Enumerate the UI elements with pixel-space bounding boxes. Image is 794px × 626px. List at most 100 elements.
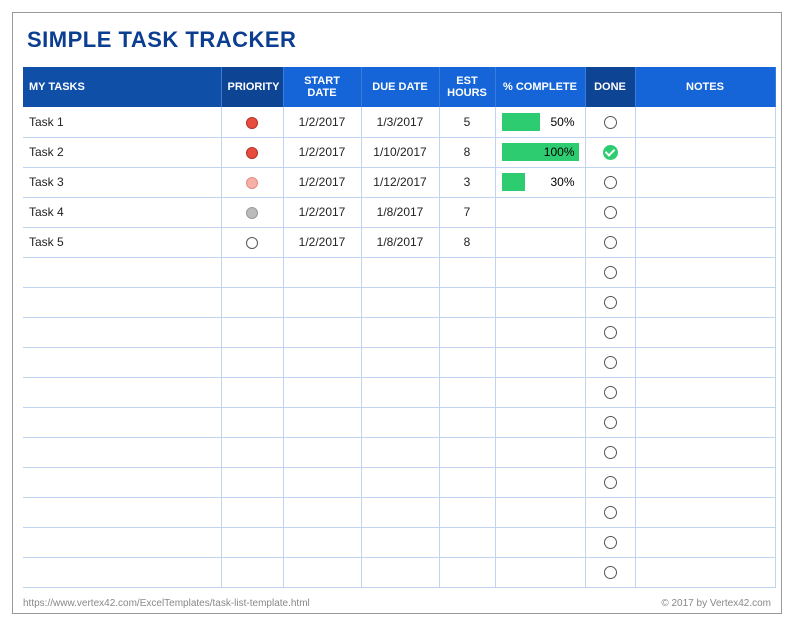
- cell-task-name[interactable]: [23, 467, 221, 497]
- cell-notes[interactable]: [635, 107, 775, 137]
- cell-pct-complete[interactable]: [495, 347, 585, 377]
- cell-notes[interactable]: [635, 287, 775, 317]
- cell-due-date[interactable]: 1/8/2017: [361, 197, 439, 227]
- cell-priority[interactable]: [221, 317, 283, 347]
- col-header-tasks[interactable]: MY TASKS: [23, 67, 221, 107]
- cell-start-date[interactable]: [283, 317, 361, 347]
- cell-notes[interactable]: [635, 227, 775, 257]
- col-header-start[interactable]: START DATE: [283, 67, 361, 107]
- cell-done[interactable]: [585, 467, 635, 497]
- cell-pct-complete[interactable]: [495, 377, 585, 407]
- cell-notes[interactable]: [635, 527, 775, 557]
- cell-pct-complete[interactable]: [495, 437, 585, 467]
- cell-due-date[interactable]: 1/8/2017: [361, 227, 439, 257]
- cell-priority[interactable]: [221, 137, 283, 167]
- cell-priority[interactable]: [221, 197, 283, 227]
- cell-priority[interactable]: [221, 437, 283, 467]
- cell-start-date[interactable]: 1/2/2017: [283, 167, 361, 197]
- cell-start-date[interactable]: 1/2/2017: [283, 107, 361, 137]
- cell-due-date[interactable]: [361, 467, 439, 497]
- cell-task-name[interactable]: [23, 347, 221, 377]
- cell-start-date[interactable]: [283, 347, 361, 377]
- cell-due-date[interactable]: 1/12/2017: [361, 167, 439, 197]
- cell-due-date[interactable]: [361, 557, 439, 587]
- cell-est-hours[interactable]: 5: [439, 107, 495, 137]
- cell-priority[interactable]: [221, 467, 283, 497]
- cell-task-name[interactable]: [23, 287, 221, 317]
- cell-notes[interactable]: [635, 317, 775, 347]
- cell-notes[interactable]: [635, 197, 775, 227]
- col-header-due[interactable]: DUE DATE: [361, 67, 439, 107]
- cell-priority[interactable]: [221, 407, 283, 437]
- cell-due-date[interactable]: [361, 527, 439, 557]
- cell-notes[interactable]: [635, 347, 775, 377]
- cell-priority[interactable]: [221, 497, 283, 527]
- cell-due-date[interactable]: 1/3/2017: [361, 107, 439, 137]
- cell-done[interactable]: [585, 287, 635, 317]
- cell-start-date[interactable]: [283, 257, 361, 287]
- cell-est-hours[interactable]: [439, 437, 495, 467]
- cell-notes[interactable]: [635, 257, 775, 287]
- cell-priority[interactable]: [221, 557, 283, 587]
- cell-priority[interactable]: [221, 377, 283, 407]
- cell-done[interactable]: [585, 197, 635, 227]
- cell-task-name[interactable]: [23, 557, 221, 587]
- cell-priority[interactable]: [221, 347, 283, 377]
- cell-due-date[interactable]: [361, 407, 439, 437]
- cell-priority[interactable]: [221, 527, 283, 557]
- cell-task-name[interactable]: [23, 257, 221, 287]
- cell-pct-complete[interactable]: 50%: [495, 107, 585, 137]
- cell-task-name[interactable]: [23, 407, 221, 437]
- cell-due-date[interactable]: [361, 317, 439, 347]
- cell-start-date[interactable]: [283, 437, 361, 467]
- cell-task-name[interactable]: Task 4: [23, 197, 221, 227]
- cell-pct-complete[interactable]: 30%: [495, 167, 585, 197]
- cell-done[interactable]: [585, 437, 635, 467]
- cell-task-name[interactable]: [23, 377, 221, 407]
- cell-priority[interactable]: [221, 107, 283, 137]
- cell-pct-complete[interactable]: [495, 227, 585, 257]
- cell-pct-complete[interactable]: [495, 317, 585, 347]
- cell-due-date[interactable]: [361, 497, 439, 527]
- cell-pct-complete[interactable]: [495, 287, 585, 317]
- cell-notes[interactable]: [635, 437, 775, 467]
- cell-due-date[interactable]: [361, 287, 439, 317]
- cell-done[interactable]: [585, 257, 635, 287]
- cell-notes[interactable]: [635, 167, 775, 197]
- cell-task-name[interactable]: Task 5: [23, 227, 221, 257]
- cell-est-hours[interactable]: [439, 377, 495, 407]
- cell-notes[interactable]: [635, 497, 775, 527]
- cell-est-hours[interactable]: [439, 407, 495, 437]
- cell-start-date[interactable]: 1/2/2017: [283, 137, 361, 167]
- cell-due-date[interactable]: [361, 437, 439, 467]
- cell-est-hours[interactable]: 7: [439, 197, 495, 227]
- cell-done[interactable]: [585, 497, 635, 527]
- cell-priority[interactable]: [221, 287, 283, 317]
- cell-due-date[interactable]: 1/10/2017: [361, 137, 439, 167]
- cell-task-name[interactable]: Task 3: [23, 167, 221, 197]
- cell-done[interactable]: [585, 317, 635, 347]
- cell-pct-complete[interactable]: [495, 257, 585, 287]
- cell-done[interactable]: [585, 347, 635, 377]
- cell-priority[interactable]: [221, 257, 283, 287]
- cell-notes[interactable]: [635, 557, 775, 587]
- cell-notes[interactable]: [635, 137, 775, 167]
- cell-task-name[interactable]: Task 1: [23, 107, 221, 137]
- cell-done[interactable]: [585, 137, 635, 167]
- cell-pct-complete[interactable]: [495, 467, 585, 497]
- cell-est-hours[interactable]: [439, 557, 495, 587]
- cell-pct-complete[interactable]: [495, 197, 585, 227]
- col-header-done[interactable]: DONE: [585, 67, 635, 107]
- cell-est-hours[interactable]: [439, 317, 495, 347]
- cell-pct-complete[interactable]: [495, 407, 585, 437]
- cell-task-name[interactable]: [23, 437, 221, 467]
- cell-notes[interactable]: [635, 407, 775, 437]
- cell-start-date[interactable]: [283, 377, 361, 407]
- cell-pct-complete[interactable]: [495, 497, 585, 527]
- cell-pct-complete[interactable]: 100%: [495, 137, 585, 167]
- cell-due-date[interactable]: [361, 377, 439, 407]
- cell-est-hours[interactable]: [439, 497, 495, 527]
- cell-notes[interactable]: [635, 467, 775, 497]
- cell-est-hours[interactable]: 3: [439, 167, 495, 197]
- cell-done[interactable]: [585, 167, 635, 197]
